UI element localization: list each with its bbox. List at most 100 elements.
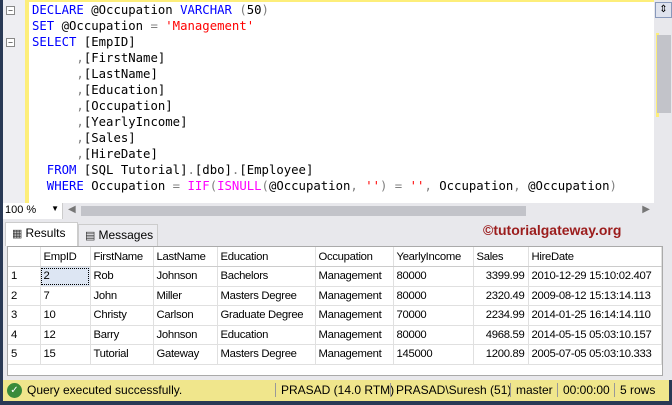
code-line: ,[Education] [32, 82, 617, 98]
table-cell[interactable]: 12 [40, 325, 91, 345]
table-cell[interactable]: Johnson [153, 325, 218, 345]
vertical-scrollbar[interactable]: ⇕ [654, 0, 672, 203]
code-token: DECLARE [32, 3, 84, 17]
code-token: WHERE [32, 179, 84, 193]
table-cell[interactable]: Johnson [153, 266, 218, 287]
table-cell[interactable]: 80000 [393, 286, 474, 306]
table-cell[interactable]: Education [217, 325, 316, 345]
table-cell[interactable]: Management [315, 344, 394, 365]
table-cell[interactable]: Bachelors [217, 266, 316, 287]
code-token: SELECT [32, 35, 77, 49]
collapse-icon[interactable]: − [6, 6, 15, 15]
code-line: WHERE Occupation = IIF(ISNULL(@Occupatio… [32, 178, 617, 194]
vertical-scroll-thumb[interactable] [657, 35, 671, 113]
table-cell[interactable]: 15 [40, 344, 91, 365]
table-cell[interactable]: Management [315, 305, 394, 326]
table-cell[interactable]: 2234.99 [473, 305, 529, 326]
results-grid[interactable]: EmpID FirstName LastName Education Occupatio… [7, 246, 663, 376]
column-header[interactable]: YearlyIncome [393, 247, 474, 267]
row-number[interactable]: 2 [8, 286, 41, 306]
table-cell[interactable]: 2320.49 [473, 286, 529, 306]
code-token: = [150, 19, 166, 33]
scroll-left-icon[interactable]: ◀ [68, 204, 76, 215]
table-cell[interactable]: Rob [90, 266, 154, 287]
column-header[interactable]: EmpID [40, 247, 91, 267]
query-editor[interactable]: − DECLARE @Occupation VARCHAR (50) SET @Oc… [3, 0, 672, 203]
table-cell[interactable]: Barry [90, 325, 154, 345]
table-cell[interactable]: 4968.59 [473, 325, 529, 345]
horizontal-scroll-thumb[interactable] [81, 206, 526, 216]
code-token: ( [209, 179, 218, 193]
sql-code[interactable]: − DECLARE @Occupation VARCHAR (50) SET @Oc… [6, 2, 617, 194]
table-cell[interactable]: 2005-07-05 05:03:10.333 [528, 344, 662, 365]
row-number[interactable]: 4 [8, 325, 41, 345]
code-token: 'Management' [165, 19, 255, 33]
column-header[interactable]: FirstName [90, 247, 154, 267]
table-row[interactable]: 4 12 Barry Johnson Education Management 80000 4… [8, 325, 662, 345]
table-cell[interactable]: Tutorial [90, 344, 154, 365]
table-row[interactable]: 1 2 Rob Johnson Bachelors Management 80000 3399… [8, 266, 662, 287]
table-cell[interactable]: 7 [40, 286, 91, 306]
table-cell[interactable]: Graduate Degree [217, 305, 316, 326]
table-row[interactable]: 5 15 Tutorial Gateway Masters Degree Manageme… [8, 344, 662, 365]
code-token: [EmpID] [83, 35, 136, 49]
code-token: Occupation [91, 179, 173, 193]
split-icon[interactable]: ⇕ [655, 2, 672, 18]
status-server: PRASAD (14.0 RTM) [275, 383, 394, 397]
row-number[interactable]: 3 [8, 305, 41, 326]
zoom-select[interactable]: 100 % ▼ [3, 203, 63, 219]
table-cell[interactable]: Carlson [153, 305, 218, 326]
editor-gutter [3, 0, 25, 203]
code-token: , [424, 179, 440, 193]
table-cell[interactable]: 10 [40, 305, 91, 326]
table-cell[interactable]: 2014-05-15 05:03:10.157 [528, 325, 662, 345]
column-header[interactable]: LastName [153, 247, 218, 267]
table-cell[interactable]: 80000 [393, 325, 474, 345]
column-header[interactable]: Occupation [315, 247, 394, 267]
code-token: [Employee] [239, 163, 314, 177]
collapse-icon[interactable]: − [6, 38, 15, 47]
code-token: [Occupation] [83, 99, 173, 113]
tab-label: Messages [98, 228, 154, 242]
table-cell[interactable]: Miller [153, 286, 218, 306]
row-number[interactable]: 1 [8, 266, 41, 287]
code-line: − DECLARE @Occupation VARCHAR (50) [6, 2, 617, 18]
table-cell[interactable]: 2 [40, 266, 91, 287]
table-cell[interactable]: 1200.89 [473, 344, 529, 365]
table-cell[interactable]: 70000 [393, 305, 474, 326]
table-cell[interactable]: Christy [90, 305, 154, 326]
success-check-icon: ✓ [7, 383, 22, 398]
table-cell[interactable]: 2014-01-25 16:14:14.110 [528, 305, 662, 326]
code-token: [Education] [83, 83, 166, 97]
code-token: . [187, 163, 195, 177]
code-token: Occupation [439, 179, 514, 193]
table-cell[interactable]: Gateway [153, 344, 218, 365]
table-cell[interactable]: Masters Degree [217, 286, 316, 306]
status-message: Query executed successfully. [27, 383, 183, 397]
column-header[interactable]: Education [217, 247, 316, 267]
table-cell[interactable]: 2009-08-12 15:13:14.113 [528, 286, 662, 306]
table-row[interactable]: 3 10 Christy Carlson Graduate Degree Manageme… [8, 305, 662, 326]
column-header[interactable] [8, 247, 41, 267]
table-cell[interactable]: John [90, 286, 154, 306]
tab-messages[interactable]: ▤ Messages [78, 224, 158, 246]
tab-results[interactable]: ▦ Results [5, 222, 78, 246]
column-header[interactable]: Sales [473, 247, 529, 267]
table-row[interactable]: 2 7 John Miller Masters Degree Management 8000… [8, 286, 662, 306]
scroll-right-icon[interactable]: ▶ [642, 204, 650, 215]
table-cell[interactable]: 2010-12-29 15:10:02.407 [528, 266, 662, 287]
table-cell[interactable]: Management [315, 266, 394, 287]
table-cell[interactable]: Management [315, 325, 394, 345]
code-line: SET @Occupation = 'Management' [32, 18, 617, 34]
table-cell[interactable]: 145000 [393, 344, 474, 365]
status-bar: ✓ Query executed successfully. PRASAD (1… [3, 380, 669, 401]
table-cell[interactable]: Masters Degree [217, 344, 316, 365]
code-token: [YearlyIncome] [83, 115, 188, 129]
row-number[interactable]: 5 [8, 344, 41, 365]
column-header[interactable]: HireDate [528, 247, 662, 267]
tab-label: Results [25, 226, 66, 240]
code-token: @Occupation [61, 19, 151, 33]
table-cell[interactable]: 80000 [393, 266, 474, 287]
table-cell[interactable]: Management [315, 286, 394, 306]
table-cell[interactable]: 3399.99 [473, 266, 529, 287]
